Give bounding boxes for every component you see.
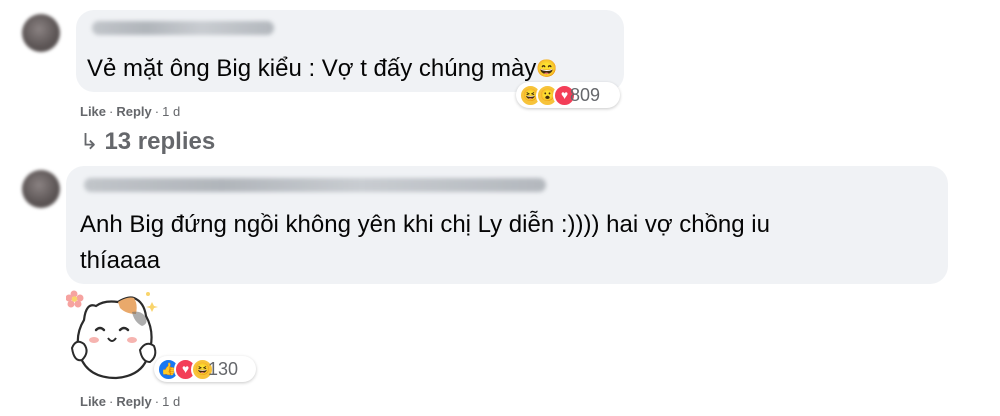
comment-actions: Like · Reply · 1 d xyxy=(80,104,181,119)
comment-time[interactable]: 1 d xyxy=(162,394,180,409)
commenter-avatar[interactable] xyxy=(22,170,60,208)
reply-arrow-icon: ↳ xyxy=(80,129,99,154)
commenter-name-blurred[interactable] xyxy=(92,21,274,35)
flower-icon xyxy=(66,290,84,308)
reaction-count: 130 xyxy=(208,358,239,379)
comment-text-line-2: thíaaaa xyxy=(80,247,161,274)
like-link[interactable]: Like xyxy=(80,104,106,119)
comment-text: Vẻ mặt ông Big kiểu : Vợ t đấy chúng mày… xyxy=(87,55,558,82)
reaction-summary[interactable]: 👍 ♥ 😆 130 xyxy=(154,356,256,382)
like-link[interactable]: Like xyxy=(80,394,106,409)
view-replies-link[interactable]: ↳ 13 replies xyxy=(80,128,215,156)
comment-time[interactable]: 1 d xyxy=(162,104,180,119)
comment-bubble: Anh Big đứng ngồi không yên khi chị Ly d… xyxy=(66,166,948,284)
grin-emoji: 😄 xyxy=(536,59,558,78)
commenter-name-blurred[interactable] xyxy=(84,178,546,192)
comment-text-line-1: Anh Big đứng ngồi không yên khi chị Ly d… xyxy=(80,211,770,238)
reaction-count: 809 xyxy=(570,84,601,105)
reaction-summary[interactable]: 😆 😮 ♥ 809 xyxy=(516,82,620,108)
comment-bubble: Vẻ mặt ông Big kiểu : Vợ t đấy chúng mày… xyxy=(76,10,624,92)
comment-actions: Like · Reply · 1 d xyxy=(80,394,181,409)
reply-link[interactable]: Reply xyxy=(116,104,151,119)
commenter-avatar[interactable] xyxy=(22,14,60,52)
cat-sticker[interactable] xyxy=(66,290,166,382)
reply-link[interactable]: Reply xyxy=(116,394,151,409)
